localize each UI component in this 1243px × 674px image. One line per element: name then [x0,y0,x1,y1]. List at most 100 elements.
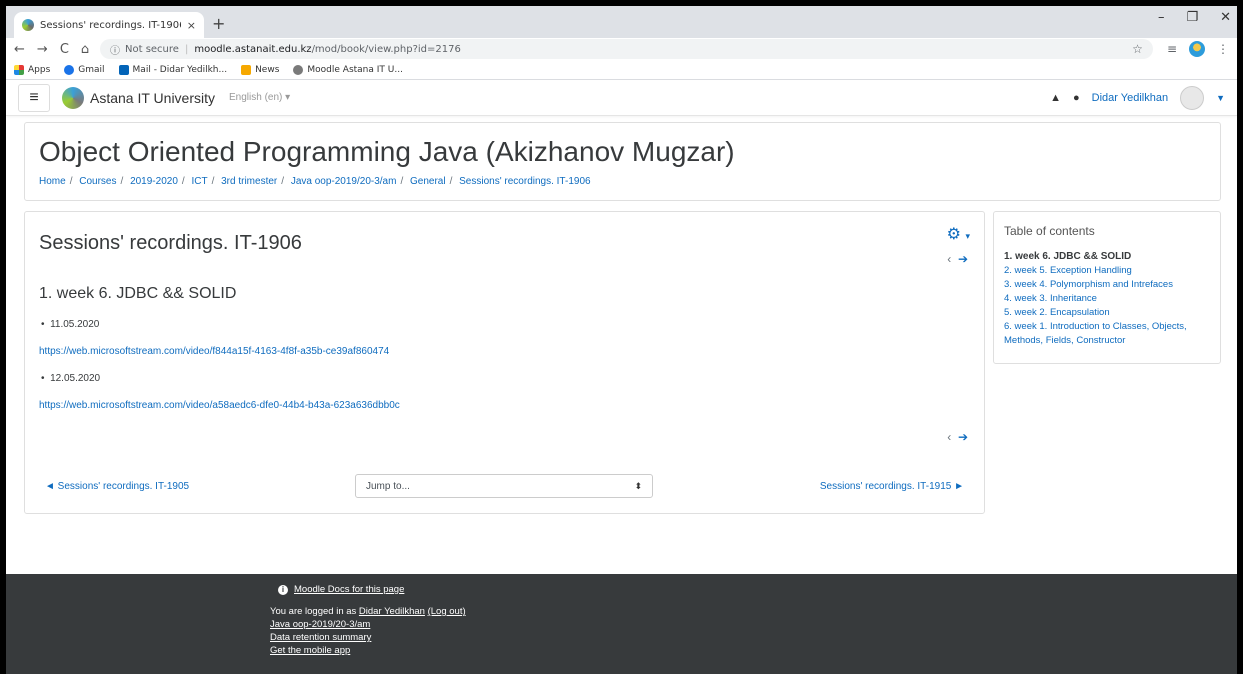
profile-icon[interactable] [1189,41,1205,57]
footer-lines: You are logged in as Didar Yedilkhan (Lo… [270,605,1237,657]
url-input[interactable]: ⓘ Not secure | moodle.astanait.edu.kz /m… [100,39,1153,59]
activity-navigation: ◄ Sessions' recordings. IT-1905 Jump to.… [45,474,964,498]
logout-link[interactable]: (Log out) [428,606,466,617]
news-icon [241,64,252,75]
breadcrumb-home[interactable]: Home [39,176,66,187]
close-window-button[interactable]: ✕ [1220,10,1231,25]
url-host: moodle.astanait.edu.kz [194,43,312,55]
breadcrumb-course[interactable]: Java oop-2019/20-3/am [291,176,397,187]
extension-buttons: ≡ ⋮ [1167,41,1229,57]
docs-row: i Moodle Docs for this page [278,584,1237,595]
menu-icon[interactable]: ⋮ [1217,42,1229,56]
toc-item[interactable]: 3. week 4. Polymorphism and Intrefaces [1004,278,1210,292]
bookmark-mail[interactable]: Mail - Didar Yedilkh... [118,64,227,75]
list-item: • 12.05.2020 [41,373,101,384]
tab-title: Sessions' recordings. IT-1906: w [40,19,181,31]
language-menu[interactable]: English (en) ▾ [229,92,290,103]
apps-grid-icon [14,64,24,75]
prev-chapter-icon[interactable]: ‹ [947,430,951,444]
back-button[interactable]: ← [14,42,25,57]
reload-button[interactable]: C [60,42,69,57]
browser-window: Sessions' recordings. IT-1906: w × + – ❐… [6,6,1237,674]
book-content: ⚙ ▾ ‹ ➔ Sessions' recordings. IT-1906 1.… [24,211,985,514]
bookmarks-bar: Apps Gmail Mail - Didar Yedilkh... News … [6,60,1237,80]
address-bar: ← → C ⌂ ⓘ Not secure | moodle.astanait.e… [6,38,1237,60]
toc-list: 1. week 6. JDBC && SOLID 2. week 5. Exce… [1004,250,1210,348]
toc-item[interactable]: 2. week 5. Exception Handling [1004,264,1210,278]
chapter-nav-bottom: ‹ ➔ [947,430,968,444]
mobile-app-link[interactable]: Get the mobile app [270,645,350,656]
footer-course-link[interactable]: Java oop-2019/20-3/am [270,619,370,630]
close-tab-icon[interactable]: × [187,19,196,32]
prev-activity-link[interactable]: ◄ Sessions' recordings. IT-1905 [45,481,355,492]
site-name[interactable]: Astana IT University [90,90,215,106]
gear-icon[interactable]: ⚙ ▾ [947,224,970,244]
chevron-down-icon[interactable]: ▼ [1216,93,1225,103]
bookmark-moodle[interactable]: Moodle Astana IT U... [293,64,403,75]
page-title: Object Oriented Programming Java (Akizha… [39,136,735,167]
next-activity-link[interactable]: Sessions' recordings. IT-1915 ► [820,481,964,492]
info-icon: i [278,584,288,595]
jump-to-select[interactable]: Jump to... ⬍ [355,474,653,498]
toc-item[interactable]: 4. week 3. Inheritance [1004,292,1210,306]
data-retention-link[interactable]: Data retention summary [270,632,371,643]
chapter-nav-top: ‹ ➔ [947,252,968,266]
google-icon [64,64,75,75]
next-chapter-icon[interactable]: ➔ [958,252,968,266]
security-label: Not secure [125,43,179,55]
restore-button[interactable]: ❐ [1186,10,1198,25]
list-item: • 11.05.2020 [41,319,100,330]
breadcrumb-courses[interactable]: Courses [79,176,116,187]
chapter-title: 1. week 6. JDBC && SOLID [39,285,237,302]
browser-tab[interactable]: Sessions' recordings. IT-1906: w × [14,12,204,38]
url-separator: | [184,43,189,55]
bookmark-star-icon[interactable]: ☆ [1132,42,1143,56]
page-footer: i Moodle Docs for this page You are logg… [6,574,1237,674]
footer-user-link[interactable]: Didar Yedilkhan [359,606,425,617]
forward-button[interactable]: → [37,42,48,57]
tab-strip: Sessions' recordings. IT-1906: w × + – ❐… [6,6,1237,38]
breadcrumb-ict[interactable]: ICT [191,176,207,187]
bookmark-apps[interactable]: Apps [14,64,50,75]
breadcrumb-general[interactable]: General [410,176,446,187]
user-name[interactable]: Didar Yedilkhan [1092,92,1168,104]
toc-title: Table of contents [1004,224,1095,238]
moodle-favicon-icon [293,64,304,75]
toc-item-current: 1. week 6. JDBC && SOLID [1004,251,1132,262]
bookmark-gmail[interactable]: Gmail [64,64,105,75]
bookmark-news[interactable]: News [241,64,279,75]
recording-link[interactable]: https://web.microsoftstream.com/video/f8… [39,346,970,357]
table-of-contents: Table of contents 1. week 6. JDBC && SOL… [993,211,1221,364]
avatar[interactable] [1180,85,1205,110]
select-arrows-icon: ⬍ [634,480,642,491]
chat-icon[interactable]: ● [1073,92,1080,104]
bell-icon[interactable]: ▲ [1050,92,1061,104]
window-controls: – ❐ ✕ [1158,10,1231,25]
minimize-button[interactable]: – [1158,10,1165,25]
page-header: Object Oriented Programming Java (Akizha… [24,122,1221,201]
info-icon[interactable]: ⓘ [110,42,120,57]
prev-chapter-icon[interactable]: ‹ [947,252,951,266]
home-button[interactable]: ⌂ [81,42,89,57]
moodle-favicon-icon [22,19,34,31]
nav-buttons: ← → C ⌂ [14,42,100,57]
next-chapter-icon[interactable]: ➔ [958,430,968,444]
toc-item[interactable]: 5. week 2. Encapsulation [1004,306,1210,320]
recording-link[interactable]: https://web.microsoftstream.com/video/a5… [39,400,970,411]
site-navbar: ≡ Astana IT University English (en) ▾ ▲ … [6,80,1237,116]
new-tab-button[interactable]: + [212,14,225,33]
book-title: Sessions' recordings. IT-1906 [39,232,302,254]
university-logo[interactable] [62,86,84,109]
toc-item[interactable]: 6. week 1. Introduction to Classes, Obje… [1004,320,1210,348]
login-info: You are logged in as Didar Yedilkhan (Lo… [270,606,466,617]
breadcrumb: Home / Courses/ 2019-2020/ ICT/ 3rd trime… [39,175,591,187]
reading-list-icon[interactable]: ≡ [1167,42,1177,56]
url-path: /mod/book/view.php?id=2176 [311,43,461,55]
user-nav: ▲ ● Didar Yedilkhan ▼ [1050,85,1225,110]
breadcrumb-year[interactable]: 2019-2020 [130,176,178,187]
breadcrumb-trimester[interactable]: 3rd trimester [221,176,277,187]
moodle-docs-link[interactable]: Moodle Docs for this page [294,584,404,595]
outlook-icon [118,64,129,75]
hamburger-menu-icon[interactable]: ≡ [18,83,50,112]
breadcrumb-current[interactable]: Sessions' recordings. IT-1906 [459,176,590,187]
